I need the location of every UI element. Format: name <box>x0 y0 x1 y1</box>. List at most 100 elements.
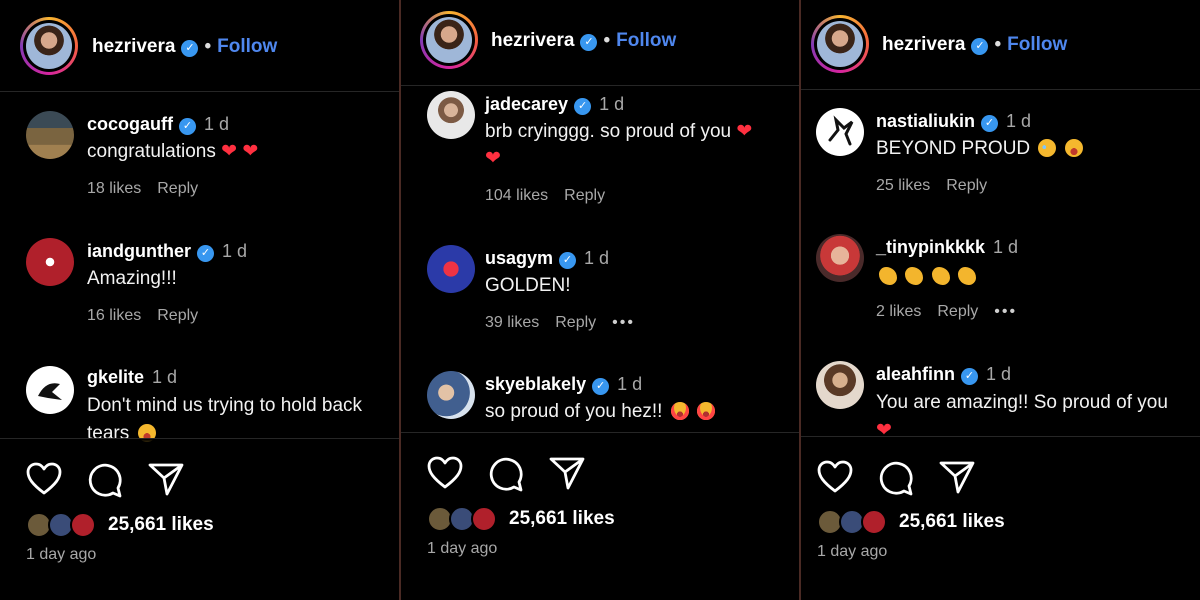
comment-meta: 2 likes Reply ••• <box>876 303 1033 321</box>
heart-icon[interactable] <box>26 462 62 496</box>
clapping-hands-emoji-icon <box>905 267 924 285</box>
likes-count[interactable]: 25,661 likes <box>509 508 615 530</box>
comment-text: GOLDEN! <box>485 275 571 296</box>
commenter-username[interactable]: gkelite <box>87 367 144 387</box>
reply-button[interactable]: Reply <box>937 303 978 320</box>
comment-time: 1 d <box>584 248 610 268</box>
reply-button[interactable]: Reply <box>946 177 987 194</box>
commenter-avatar[interactable] <box>816 108 864 156</box>
reply-button[interactable]: Reply <box>555 314 596 331</box>
commenter-avatar[interactable] <box>816 234 864 282</box>
comment-text: congratulations <box>87 141 216 162</box>
fade-overlay <box>801 437 1200 451</box>
comment-likes[interactable]: 104 likes <box>485 187 548 204</box>
comment-meta: 25 likes Reply <box>876 177 1003 195</box>
heart-emoji-icon: ❤ <box>485 148 501 169</box>
comment-time: 1 d <box>599 94 625 114</box>
commenter-username[interactable]: jadecarey <box>485 94 568 114</box>
comment-icon[interactable] <box>488 456 524 492</box>
author-username[interactable]: hezrivera <box>92 36 175 57</box>
share-icon[interactable] <box>549 456 585 490</box>
commenter-username[interactable]: aleahfinn <box>876 364 955 384</box>
post-date: 1 day ago <box>26 546 97 563</box>
likes-count[interactable]: 25,661 likes <box>899 511 1005 533</box>
comment-likes[interactable]: 18 likes <box>87 180 141 197</box>
comment-time: 1 d <box>993 237 1019 257</box>
comment-meta: 104 likes Reply <box>485 187 621 205</box>
commenter-avatar[interactable] <box>26 111 74 159</box>
comment-likes[interactable]: 39 likes <box>485 314 539 331</box>
comment-time: 1 d <box>204 114 230 134</box>
commenter-username[interactable]: cocogauff <box>87 114 173 134</box>
comment-icon[interactable] <box>87 462 123 498</box>
author-username[interactable]: hezrivera <box>882 34 965 55</box>
verified-badge-icon: ✓ <box>592 378 610 395</box>
commenter-avatar[interactable] <box>26 366 74 414</box>
post-panel-3: hezrivera ✓ • Follow nastialiukin ✓ 1 d BEYON… <box>801 0 1200 600</box>
reply-button[interactable]: Reply <box>157 307 198 324</box>
commenter-avatar[interactable] <box>427 245 475 293</box>
comment-text: You are amazing!! So proud of you <box>876 392 1168 413</box>
commenter-username-row: skyeblakely ✓ 1 d <box>485 374 642 395</box>
comment-likes[interactable]: 16 likes <box>87 307 141 324</box>
reply-button[interactable]: Reply <box>564 187 605 204</box>
author-header: hezrivera ✓ • Follow <box>92 36 278 57</box>
commenter-avatar[interactable] <box>816 361 864 409</box>
heart-icon[interactable] <box>817 460 853 494</box>
verified-badge-icon: ✓ <box>981 115 999 132</box>
crying-emoji-icon <box>1038 139 1057 157</box>
liker-avatar <box>70 512 96 538</box>
post-date: 1 day ago <box>817 543 888 560</box>
author-avatar[interactable] <box>420 11 478 69</box>
post-date: 1 day ago <box>427 540 498 557</box>
commenter-username[interactable]: nastialiukin <box>876 111 975 131</box>
commenter-username[interactable]: iandgunther <box>87 241 191 261</box>
follow-button[interactable]: Follow <box>217 36 277 57</box>
reply-button[interactable]: Reply <box>157 180 198 197</box>
verified-badge-icon: ✓ <box>961 368 979 385</box>
commenter-avatar[interactable] <box>26 238 74 286</box>
author-avatar[interactable] <box>811 15 869 73</box>
post-header: hezrivera ✓ • Follow <box>401 0 799 86</box>
more-options-icon[interactable]: ••• <box>612 314 635 331</box>
commenter-username[interactable]: usagym <box>485 248 553 268</box>
heart-eyes-emoji-icon <box>670 402 689 420</box>
commenter-username[interactable]: _tinypinkkkk <box>876 237 985 257</box>
verified-badge-icon: ✓ <box>574 98 592 115</box>
comment-meta: 18 likes Reply <box>87 180 214 198</box>
comment-text-row: brb cryinggg. so proud of you ❤ <box>485 118 752 146</box>
verified-badge-icon: ✓ <box>181 40 199 57</box>
comment-time: 1 d <box>617 374 643 394</box>
comment-likes[interactable]: 25 likes <box>876 177 930 194</box>
clapping-hands-emoji-icon <box>879 267 897 285</box>
more-options-icon[interactable]: ••• <box>994 303 1017 320</box>
comment-time: 1 d <box>222 241 248 261</box>
commenter-avatar[interactable] <box>427 91 475 139</box>
author-username[interactable]: hezrivera <box>491 30 574 51</box>
comment-meta: 16 likes Reply <box>87 307 214 325</box>
verified-badge-icon: ✓ <box>179 118 197 135</box>
clapping-hands-emoji-icon <box>931 267 950 285</box>
commenter-avatar[interactable] <box>427 371 475 419</box>
post-panel-1: hezrivera ✓ • Follow cocogauff ✓ 1 d congratu… <box>0 0 399 600</box>
liker-avatar <box>471 506 497 532</box>
follow-button[interactable]: Follow <box>616 30 676 51</box>
comment-time: 1 d <box>986 364 1012 384</box>
likes-count[interactable]: 25,661 likes <box>108 514 214 536</box>
heart-emoji-icon: ❤ <box>242 141 259 162</box>
heart-icon[interactable] <box>427 456 463 490</box>
verified-badge-icon: ✓ <box>580 34 598 51</box>
clapping-hands-emoji-icon <box>957 267 976 285</box>
share-icon[interactable] <box>148 462 184 496</box>
author-avatar[interactable] <box>20 17 78 75</box>
comment-text-row: so proud of you hez!! <box>485 398 716 426</box>
commenter-username[interactable]: skyeblakely <box>485 374 586 394</box>
commenter-username-row: usagym ✓ 1 d <box>485 248 609 269</box>
share-icon[interactable] <box>939 460 975 494</box>
post-header: hezrivera ✓ • Follow <box>801 0 1200 90</box>
comment-icon[interactable] <box>878 460 914 496</box>
follow-button[interactable]: Follow <box>1007 34 1067 55</box>
comment-likes[interactable]: 2 likes <box>876 303 921 320</box>
author-header: hezrivera ✓ • Follow <box>882 34 1068 55</box>
comment-meta: 39 likes Reply ••• <box>485 314 651 332</box>
